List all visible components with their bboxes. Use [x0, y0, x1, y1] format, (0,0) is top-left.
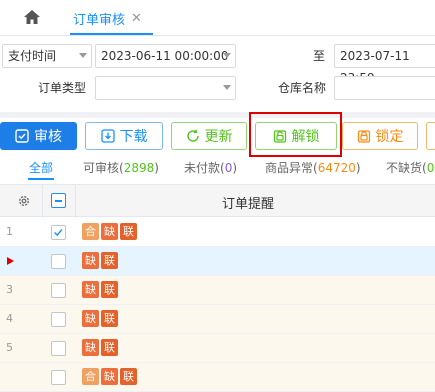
reminder-tag: 缺	[82, 252, 99, 269]
filter-panel: 支付时间 2023-06-11 00:00:00 至 2023-07-11 23…	[0, 36, 435, 112]
more-button[interactable]	[426, 122, 435, 150]
row-number: 5	[6, 341, 13, 354]
reminder-tags: 合缺联	[82, 368, 139, 385]
reminder-tag: 联	[120, 223, 137, 240]
download-label: 下载	[119, 129, 148, 145]
reminder-tags: 合缺联	[82, 223, 139, 240]
warehouse-label: 仓库名称	[278, 81, 327, 95]
reminder-tag: 联	[120, 368, 137, 385]
status-tab-count: 64720	[317, 161, 356, 175]
refresh-label: 更新	[204, 129, 233, 145]
download-icon	[100, 129, 115, 143]
row-checkbox[interactable]	[51, 283, 66, 298]
lock-label: 锁定	[375, 129, 404, 145]
chevron-down-icon	[223, 53, 231, 58]
table-row[interactable]: 1 合缺联	[0, 218, 435, 247]
audit-button[interactable]: 审核	[0, 122, 77, 150]
status-tabs: 全部 可审核(2898) 未付款(0) 商品异常(64720) 不缺货(0)	[0, 154, 435, 182]
audit-label: 审核	[34, 129, 62, 145]
status-tab-reviewable[interactable]: 可审核(2898)	[83, 159, 159, 176]
table-row[interactable]: 4 缺联	[0, 305, 435, 334]
check-square-icon	[15, 129, 29, 143]
row-checkbox[interactable]	[51, 225, 66, 240]
row-checkbox[interactable]	[51, 370, 66, 385]
tab-label: 订单审核	[73, 12, 126, 28]
status-tab-active-indicator	[28, 178, 54, 180]
reminder-tags: 缺联	[82, 252, 120, 269]
row-number: 3	[6, 283, 13, 296]
status-tab-unpaid[interactable]: 未付款(0)	[184, 159, 237, 176]
reminder-tag: 缺	[101, 223, 118, 240]
table-row[interactable]: 3 缺联	[0, 276, 435, 305]
highlight-box	[249, 112, 342, 157]
status-tab-label: 全部	[29, 161, 54, 175]
home-icon[interactable]	[23, 9, 41, 25]
row-number: 1	[6, 225, 13, 238]
status-tab-label: 可审核	[83, 161, 120, 175]
gear-icon[interactable]	[17, 194, 31, 208]
grid-header: 订单提醒	[0, 185, 435, 217]
order-grid: 订单提醒 1合缺联缺联3缺联4缺联5缺联合缺联	[0, 184, 435, 392]
reminder-tag: 缺	[82, 310, 99, 327]
select-all-checkbox[interactable]	[51, 193, 66, 208]
status-tab-all[interactable]: 全部	[29, 159, 53, 176]
table-row[interactable]: 缺联	[0, 247, 435, 276]
status-tab-count: 2898	[123, 161, 155, 175]
download-button[interactable]: 下载	[85, 122, 163, 150]
time-type-select[interactable]: 支付时间	[2, 44, 92, 68]
status-tab-count: 0	[224, 161, 233, 175]
action-toolbar: 审核 下载 更新 解锁 锁定	[0, 118, 435, 154]
tab-order-review[interactable]: 订单审核 ✕	[73, 0, 142, 36]
status-tab-label: 商品异常	[265, 161, 314, 175]
time-type-value: 支付时间	[8, 49, 57, 63]
status-tab-label: 未付款	[184, 161, 221, 175]
refresh-icon	[186, 129, 199, 142]
check-icon	[54, 229, 63, 237]
status-tab-count: 0	[426, 161, 435, 175]
lock-button[interactable]: 锁定	[342, 122, 418, 150]
warehouse-select[interactable]	[334, 76, 435, 100]
tab-active-indicator	[70, 33, 153, 35]
reminder-tag: 缺	[82, 281, 99, 298]
table-row[interactable]: 5 缺联	[0, 334, 435, 363]
row-checkbox[interactable]	[51, 312, 66, 327]
tab-bar: 订单审核 ✕	[0, 0, 435, 36]
reminder-tag: 联	[101, 252, 118, 269]
current-row-marker-icon	[7, 257, 14, 265]
close-icon[interactable]: ✕	[131, 11, 142, 26]
status-tab-in-stock[interactable]: 不缺货(0)	[386, 159, 435, 176]
reminder-tag: 缺	[101, 368, 118, 385]
order-type-label: 订单类型	[38, 81, 87, 95]
table-row[interactable]: 合缺联	[0, 363, 435, 392]
reminder-tag: 联	[101, 339, 118, 356]
reminder-tags: 缺联	[82, 310, 120, 327]
row-checkbox[interactable]	[51, 254, 66, 269]
status-tab-label: 不缺货	[386, 161, 423, 175]
row-checkbox[interactable]	[51, 341, 66, 356]
reminder-tag: 联	[101, 281, 118, 298]
reminder-tag: 联	[101, 310, 118, 327]
chevron-down-icon	[223, 85, 231, 90]
reminder-tag: 合	[82, 368, 99, 385]
start-time-value: 2023-06-11 00:00:00	[101, 49, 229, 63]
end-time-input[interactable]: 2023-07-11 23:59	[334, 44, 435, 85]
reminder-tag: 缺	[82, 339, 99, 356]
order-type-select[interactable]	[95, 76, 236, 100]
to-label: 至	[313, 49, 326, 63]
reminder-tag: 合	[82, 223, 99, 240]
status-tab-abnormal[interactable]: 商品异常(64720)	[265, 159, 361, 176]
lock-icon	[357, 130, 370, 143]
refresh-button[interactable]: 更新	[171, 122, 247, 150]
reminder-tags: 缺联	[82, 281, 120, 298]
row-number: 4	[6, 312, 13, 325]
start-time-select[interactable]: 2023-06-11 00:00:00	[95, 44, 236, 68]
reminder-tags: 缺联	[82, 339, 120, 356]
column-header-reminder: 订单提醒	[222, 197, 275, 212]
chevron-down-icon	[79, 53, 87, 58]
